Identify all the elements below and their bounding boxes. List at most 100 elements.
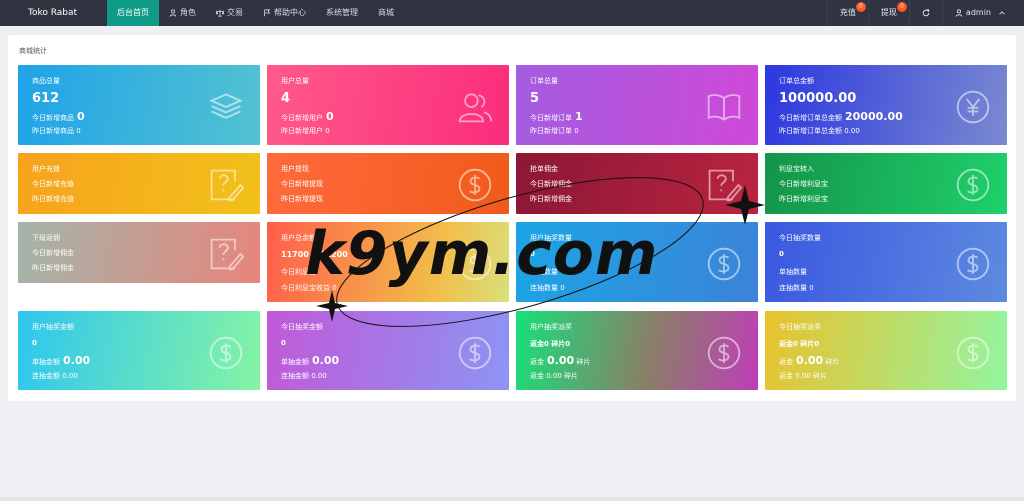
refresh-button[interactable] [908, 0, 942, 26]
right-nav: 充值 0 提现 0 admin [826, 0, 1024, 26]
nav-item-roles[interactable]: 角色 [159, 0, 206, 26]
card-line1: 今日新增佣金 [530, 180, 572, 188]
user-name: admin [965, 8, 991, 17]
card-line2: 返金 0.00 碎片 [530, 372, 579, 380]
card-line2: 昨日新增用户 0 [281, 127, 330, 135]
card-user-recharge: 用户充值 今日新增充值 昨日新增充值 [18, 153, 260, 214]
card-line1: 返金 0.00 碎片 [779, 354, 840, 367]
card-line2: 昨日新增订单 0 [530, 127, 579, 135]
card-user-total: 用户总量 4 今日新增用户 0 昨日新增用户 0 [267, 65, 509, 145]
watermark-text: k9ym.com [305, 219, 659, 289]
card-value: 0 [779, 250, 784, 258]
card-line2: 连抽金额 0.00 [281, 372, 327, 380]
card-line2: 连抽数量 0 [779, 284, 814, 292]
dollar-icon [956, 247, 990, 281]
nav-label: 角色 [180, 8, 196, 17]
card-grab-commission: 抢单佣金 今日新增佣金 昨日新增佣金 [516, 153, 758, 214]
card-title: 订单总金额 [779, 77, 814, 85]
card-line1: 今日新增订单 1 [530, 110, 583, 123]
card-title: 用户充值 [32, 165, 60, 173]
card-value: 100000.00 [779, 91, 857, 106]
card-line2: 昨日新增提现 [281, 195, 323, 203]
card-line1: 今日新增用户 0 [281, 110, 334, 123]
card-today-lottery-count: 今日抽奖数量 0 单抽数量 连抽数量 0 [765, 222, 1007, 302]
card-value: 0 [32, 339, 37, 347]
card-value: 4 [281, 91, 291, 106]
dollar-icon [458, 336, 492, 370]
nav-label: 后台首页 [117, 8, 149, 17]
card-value: 612 [32, 91, 60, 106]
card-line2: 连抽金额 0.00 [32, 372, 78, 380]
nav-label: 帮助中心 [274, 8, 306, 17]
card-line2: 昨日新增充值 [32, 195, 74, 203]
card-line2: 昨日新增订单总金额 0.00 [779, 127, 860, 135]
withdraw-link[interactable]: 提现 0 [867, 0, 909, 26]
card-title: 用户总量 [281, 77, 309, 85]
user-icon [169, 9, 177, 17]
card-title: 抢单佣金 [530, 165, 558, 173]
nav-item-help[interactable]: 帮助中心 [253, 0, 316, 26]
recharge-badge: 0 [855, 2, 866, 12]
nav-label: 商城 [378, 8, 394, 17]
brand-title: Toko Rabat [28, 8, 78, 18]
card-line2: 昨日新增佣金 [530, 195, 572, 203]
card-title: 用户抽奖金额 [32, 323, 74, 331]
card-today-lottery-prize: 今日抽奖派奖 返金0 碎片0 返金 0.00 碎片 返金 0.00 碎片 [765, 311, 1007, 390]
card-sub-commission: 下级返佣 今日新增佣金 昨日新增佣金 [18, 222, 260, 283]
nav-label: 交易 [227, 8, 243, 17]
card-line1: 今日新增订单总金额 20000.00 [779, 110, 903, 123]
nav-item-trade[interactable]: 交易 [206, 0, 253, 26]
dollar-icon [707, 247, 741, 281]
card-order-amount: 订单总金额 100000.00 今日新增订单总金额 20000.00 昨日新增订单… [765, 65, 1007, 145]
recharge-link[interactable]: 充值 0 [826, 0, 868, 26]
user-icon [955, 9, 963, 17]
card-title: 利息宝转入 [779, 165, 814, 173]
card-line2: 返金 0.00 碎片 [779, 372, 828, 380]
card-user-lottery-prize: 用户抽奖派奖 返金0 碎片0 返金 0.00 碎片 返金 0.00 碎片 [516, 311, 758, 390]
dollar-icon [956, 336, 990, 370]
card-line1: 单抽金额 0.00 [32, 354, 91, 367]
scale-icon [216, 9, 224, 17]
card-line1: 单抽数量 [779, 268, 807, 276]
card-product-total: 商品总量 612 今日新增商品 0 昨日新增商品 0 [18, 65, 260, 145]
bottom-strip [0, 497, 1024, 501]
card-line1: 今日新增提现 [281, 180, 323, 188]
user-menu[interactable]: admin [941, 0, 1024, 26]
dollar-icon [956, 168, 990, 202]
yen-icon [956, 90, 990, 124]
card-value: 0 [281, 339, 286, 347]
card-line1: 单抽金额 0.00 [281, 354, 340, 367]
card-interest-in: 利息宝转入 今日新增利息宝 昨日新增利息宝 [765, 153, 1007, 214]
help-edit-icon [210, 238, 244, 271]
chevron-down-icon [999, 11, 1005, 15]
card-line2: 昨日新增佣金 [32, 264, 74, 272]
nav-item-shop[interactable]: 商城 [368, 0, 404, 26]
card-order-total: 订单总量 5 今日新增订单 1 昨日新增订单 0 [516, 65, 758, 145]
card-title: 用户提现 [281, 165, 309, 173]
card-value: 5 [530, 91, 540, 106]
card-line1: 今日新增佣金 [32, 249, 74, 257]
nav-item-system[interactable]: 系统管理 [316, 0, 368, 26]
card-value: 返金0 碎片0 [779, 340, 820, 348]
card-line1: 今日新增充值 [32, 180, 74, 188]
card-title: 今日抽奖数量 [779, 234, 821, 242]
help-edit-icon [210, 169, 244, 202]
nav-item-dashboard[interactable]: 后台首页 [107, 0, 159, 26]
card-today-lottery-amount: 今日抽奖金额 0 单抽金额 0.00 连抽金额 0.00 [267, 311, 509, 390]
recharge-label: 充值 [839, 8, 856, 17]
main-nav: 后台首页 角色 交易 帮助中心 系统管理 商城 [107, 0, 404, 26]
flag-icon [264, 9, 271, 17]
card-title: 下级返佣 [32, 234, 60, 242]
card-value: 返金0 碎片0 [530, 340, 571, 348]
card-line1: 返金 0.00 碎片 [530, 354, 591, 367]
stack-icon [209, 93, 243, 119]
card-title: 用户抽奖派奖 [530, 323, 572, 331]
top-bar: Toko Rabat 后台首页 角色 交易 帮助中心 系统管理 商城 充值 0 … [0, 0, 1024, 26]
nav-label: 系统管理 [326, 8, 358, 17]
withdraw-label: 提现 [880, 8, 897, 17]
card-line1: 今日新增利息宝 [779, 180, 828, 188]
dollar-icon [209, 336, 243, 370]
card-user-lottery-amount: 用户抽奖金额 0 单抽金额 0.00 连抽金额 0.00 [18, 311, 260, 390]
card-line1: 今日新增商品 0 [32, 110, 85, 123]
card-title: 商品总量 [32, 77, 60, 85]
